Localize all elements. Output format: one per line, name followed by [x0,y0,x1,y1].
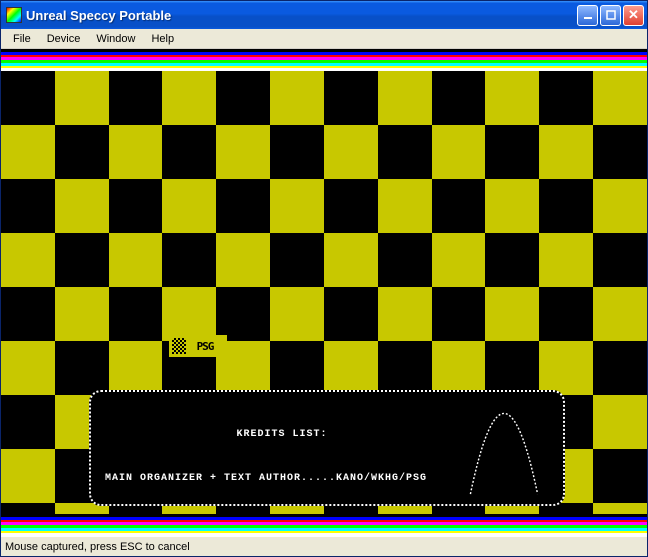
status-text: Mouse captured, press ESC to cancel [5,541,190,553]
window-controls: ✕ [577,5,644,26]
window-title: Unreal Speccy Portable [26,8,577,23]
menu-device[interactable]: Device [39,31,89,47]
credits-line: MAIN ORGANIZER + TEXT AUTHOR.....KANO/WK… [105,472,459,486]
border-stripes-bottom [1,514,647,536]
emulator-screen[interactable]: PSG KREDITS LIST: MAIN ORGANIZER + TEXT … [1,49,647,536]
border-stripes-top [1,49,647,71]
titlebar[interactable]: Unreal Speccy Portable ✕ [1,1,647,29]
menubar: File Device Window Help [1,29,647,49]
credits-title: KREDITS LIST: [105,428,459,442]
curve-graphic [459,400,549,496]
app-icon [6,7,22,23]
psg-logo: PSG [169,335,227,357]
maximize-button[interactable] [600,5,621,26]
credits-panel: KREDITS LIST: MAIN ORGANIZER + TEXT AUTH… [89,390,565,506]
menu-file[interactable]: File [5,31,39,47]
minimize-button[interactable] [577,5,598,26]
menu-window[interactable]: Window [88,31,143,47]
close-button[interactable]: ✕ [623,5,644,26]
statusbar: Mouse captured, press ESC to cancel [1,536,647,556]
menu-help[interactable]: Help [143,31,182,47]
credits-text: KREDITS LIST: MAIN ORGANIZER + TEXT AUTH… [105,400,459,496]
application-window: Unreal Speccy Portable ✕ File Device Win… [0,0,648,557]
